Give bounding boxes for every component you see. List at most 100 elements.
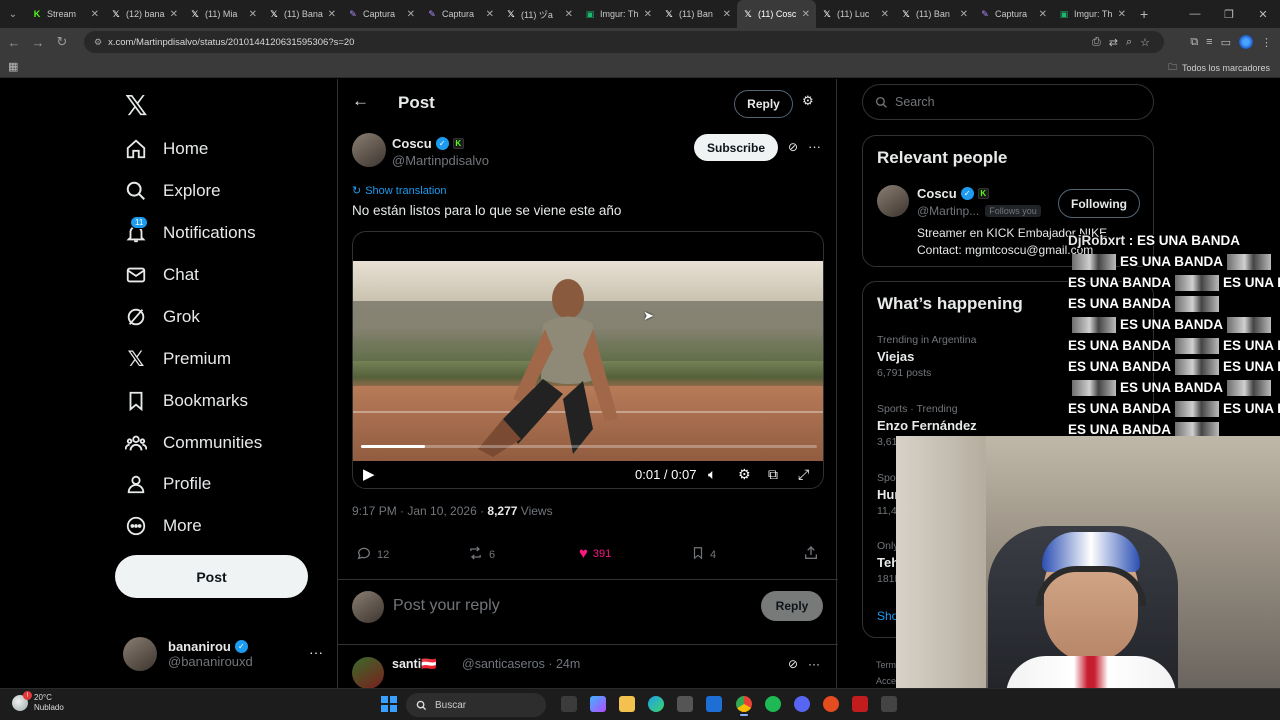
close-tab-icon[interactable]: ✕ bbox=[644, 9, 652, 20]
like-action[interactable]: ♥ 391 bbox=[579, 545, 611, 562]
avatar[interactable] bbox=[352, 133, 386, 167]
account-more-icon[interactable]: ··· bbox=[309, 644, 323, 660]
reply-submit-button[interactable]: Reply bbox=[761, 591, 823, 621]
reply-post[interactable]: santi🇦🇹 @santicaseros · 24m ⊘ ··· bbox=[352, 655, 824, 688]
split-view-icon[interactable]: ▭ bbox=[1221, 36, 1231, 49]
browser-tab[interactable]: 𝕏 (11) Bana ✕ bbox=[263, 0, 342, 28]
close-tab-icon[interactable]: ✕ bbox=[249, 9, 257, 20]
browser-tab[interactable]: ✎ Captura ✕ bbox=[974, 0, 1053, 28]
share-action[interactable] bbox=[803, 545, 819, 565]
store-icon[interactable] bbox=[677, 696, 693, 712]
reply-author-handle[interactable]: @santicaseros · 24m bbox=[462, 657, 580, 671]
show-translation-link[interactable]: ↻ Show translation bbox=[352, 184, 447, 198]
browser-tab[interactable]: ▣ Imgur: Th ✕ bbox=[1053, 0, 1132, 28]
fullscreen-icon[interactable]: ⤢ bbox=[798, 466, 809, 483]
mail-app-icon[interactable] bbox=[706, 696, 722, 712]
close-tab-icon[interactable]: ✕ bbox=[1118, 9, 1126, 20]
back-arrow-icon[interactable]: ← bbox=[352, 91, 369, 111]
grok-icon[interactable]: ⊘ bbox=[788, 140, 798, 154]
browser-tab[interactable]: 𝕏 (11) Ban ✕ bbox=[895, 0, 974, 28]
browser-tab[interactable]: ✎ Captura ✕ bbox=[421, 0, 500, 28]
close-tab-icon[interactable]: ✕ bbox=[565, 9, 573, 20]
post-button[interactable]: Post bbox=[115, 555, 308, 598]
nav-item-home[interactable]: Home bbox=[125, 129, 208, 169]
terms-link[interactable]: Term bbox=[876, 657, 896, 673]
reply-author-name[interactable]: santi🇦🇹 bbox=[392, 657, 437, 672]
bookmark-star-icon[interactable]: ☆ bbox=[1140, 36, 1150, 49]
url-field[interactable]: ⚙ x.com/Martinpdisalvo/status/2010144120… bbox=[84, 31, 1164, 53]
play-icon[interactable]: ▶ bbox=[363, 465, 375, 483]
person-name-row[interactable]: Coscu ✓ K bbox=[917, 186, 989, 201]
avatar[interactable] bbox=[877, 185, 909, 217]
sliders-icon[interactable]: ⚙ bbox=[802, 93, 814, 109]
back-icon[interactable]: ← bbox=[2, 35, 26, 50]
task-view-icon[interactable] bbox=[561, 696, 577, 712]
close-tab-icon[interactable]: ✕ bbox=[802, 9, 810, 20]
media-control-icon[interactable]: ≡ bbox=[1206, 36, 1212, 48]
nav-item-chat[interactable]: Chat bbox=[125, 255, 199, 295]
close-tab-icon[interactable]: ✕ bbox=[91, 9, 99, 20]
site-info-icon[interactable]: ⚙ bbox=[94, 37, 102, 48]
windows-start-icon[interactable] bbox=[381, 696, 397, 712]
nav-item-profile[interactable]: Profile bbox=[125, 464, 211, 504]
extensions-icon[interactable]: ⧉ bbox=[1190, 36, 1198, 49]
translate-icon[interactable]: ⇄ bbox=[1109, 36, 1118, 49]
forward-icon[interactable]: → bbox=[26, 35, 50, 50]
accessibility-link[interactable]: Acce bbox=[876, 673, 896, 688]
settings-gear-icon[interactable]: ⚙ bbox=[738, 466, 751, 483]
browser-tab[interactable]: 𝕏 (11) Ban ✕ bbox=[658, 0, 737, 28]
reply-header-button[interactable]: Reply bbox=[734, 90, 793, 118]
reload-icon[interactable]: ↻ bbox=[50, 34, 74, 50]
x-logo-icon[interactable]: 𝕏 bbox=[125, 89, 148, 122]
browser-tab[interactable]: 𝕏 (12) bana ✕ bbox=[105, 0, 184, 28]
zoom-icon[interactable]: ⌕ bbox=[1126, 36, 1132, 49]
avatar[interactable] bbox=[352, 657, 384, 688]
more-options-icon[interactable]: ··· bbox=[808, 657, 820, 671]
app-icon[interactable] bbox=[852, 696, 868, 712]
tab-search-chevron-icon[interactable]: ⌄ bbox=[0, 0, 26, 28]
repost-action[interactable]: 6 bbox=[467, 545, 495, 565]
all-bookmarks-button[interactable]: 🗀 Todos los marcadores bbox=[1168, 60, 1270, 76]
close-tab-icon[interactable]: ✕ bbox=[960, 9, 968, 20]
copilot-icon[interactable] bbox=[590, 696, 606, 712]
browser-tab[interactable]: 𝕏 (11) Luc ✕ bbox=[816, 0, 895, 28]
install-app-icon[interactable]: ⎙ bbox=[1092, 36, 1101, 49]
profile-avatar-icon[interactable] bbox=[1239, 35, 1253, 49]
minimize-button[interactable]: — bbox=[1178, 8, 1212, 20]
nav-item-grok[interactable]: Grok bbox=[125, 297, 200, 337]
post-timestamp[interactable]: 9:17 PM · Jan 10, 2026 · bbox=[352, 504, 487, 518]
file-explorer-icon[interactable] bbox=[619, 696, 635, 712]
video-progress-bar[interactable] bbox=[361, 445, 817, 448]
following-button[interactable]: Following bbox=[1058, 189, 1140, 218]
browser-tab[interactable]: ✎ Captura ✕ bbox=[342, 0, 421, 28]
author-handle[interactable]: @Martinpdisalvo bbox=[392, 153, 489, 168]
reply-input[interactable]: Post your reply bbox=[393, 597, 500, 615]
account-switcher[interactable]: bananirou ✓ @bananirouxd ··· bbox=[123, 632, 323, 676]
browser-menu-icon[interactable]: ⋮ bbox=[1261, 36, 1272, 49]
browser-tab[interactable]: K Stream ✕ bbox=[26, 0, 105, 28]
person-handle[interactable]: @Martinp... bbox=[917, 204, 979, 218]
close-window-button[interactable]: ✕ bbox=[1246, 8, 1280, 21]
browser-tab[interactable]: 𝕏 (11) Mia ✕ bbox=[184, 0, 263, 28]
nav-item-premium[interactable]: 𝕏 Premium bbox=[125, 339, 231, 379]
browser-tab[interactable]: ▣ Imgur: Th ✕ bbox=[579, 0, 658, 28]
nav-item-explore[interactable]: Explore bbox=[125, 171, 221, 211]
apps-grid-icon[interactable]: ▦ bbox=[8, 60, 18, 73]
nav-item-communities[interactable]: Communities bbox=[125, 423, 262, 463]
edge-icon[interactable] bbox=[648, 696, 664, 712]
bookmark-action[interactable]: 4 bbox=[691, 545, 716, 565]
taskbar-search[interactable]: Buscar bbox=[406, 693, 546, 717]
close-tab-icon[interactable]: ✕ bbox=[328, 9, 336, 20]
volume-icon[interactable]: 🔈︎ bbox=[708, 466, 716, 483]
grok-icon[interactable]: ⊘ bbox=[788, 657, 798, 671]
spotify-icon[interactable] bbox=[765, 696, 781, 712]
maximize-button[interactable]: ❐ bbox=[1212, 8, 1246, 21]
browser-tab[interactable]: 𝕏 (11) ヅa ✕ bbox=[500, 0, 579, 28]
close-tab-icon[interactable]: ✕ bbox=[881, 9, 889, 20]
close-tab-icon[interactable]: ✕ bbox=[407, 9, 415, 20]
reply-action[interactable]: 12 bbox=[356, 545, 389, 565]
video-frame[interactable]: ➤ bbox=[353, 261, 823, 461]
nav-item-notifications[interactable]: 11 Notifications bbox=[125, 213, 256, 253]
close-tab-icon[interactable]: ✕ bbox=[170, 9, 178, 20]
browser-tab[interactable]: 𝕏 (11) Cosc ✕ bbox=[737, 0, 816, 28]
